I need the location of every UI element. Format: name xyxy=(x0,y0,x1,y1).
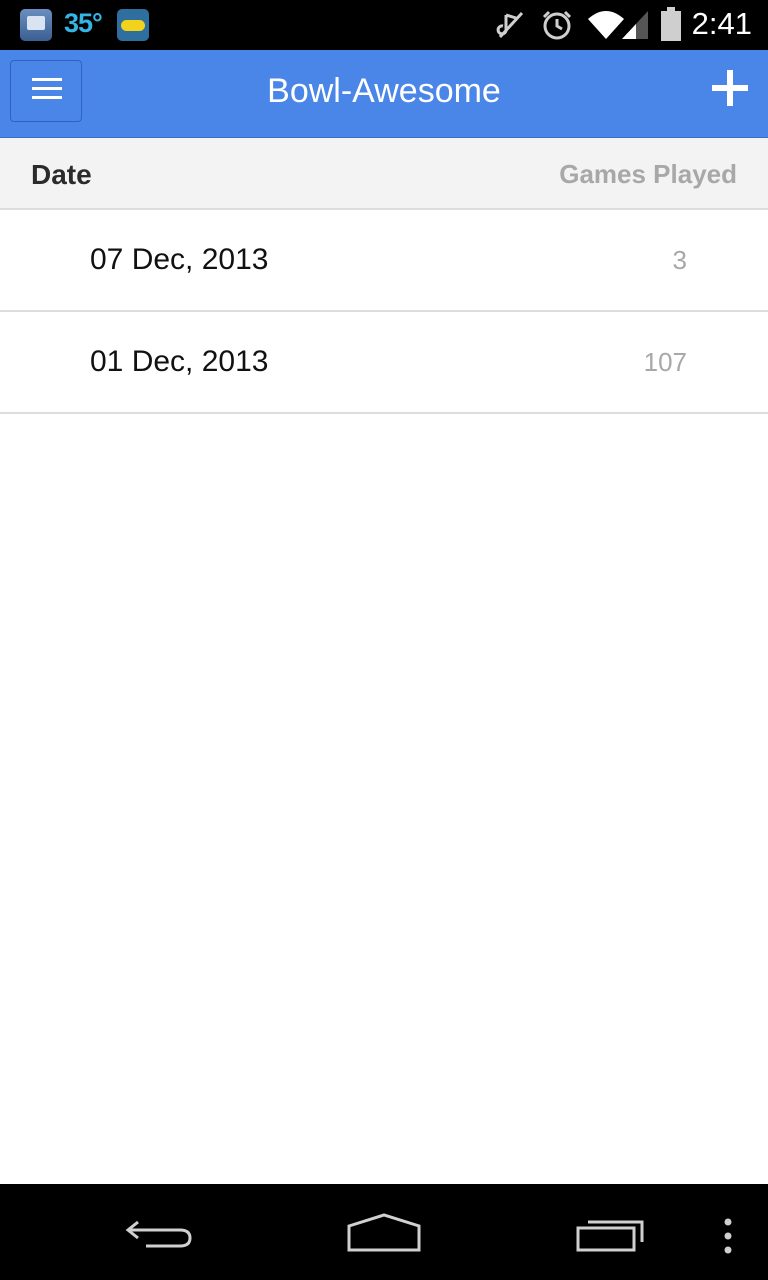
weather-app-icon xyxy=(20,9,52,41)
session-games-count: 3 xyxy=(672,245,687,275)
session-list: 07 Dec, 2013 3 01 Dec, 2013 107 xyxy=(0,210,768,414)
session-date: 01 Dec, 2013 xyxy=(90,345,269,378)
home-icon[interactable] xyxy=(346,1212,422,1259)
session-games-count: 107 xyxy=(643,347,687,377)
add-button[interactable] xyxy=(706,64,754,112)
cell-signal-icon xyxy=(620,9,650,46)
imo-app-icon xyxy=(117,9,149,41)
session-date: 07 Dec, 2013 xyxy=(90,243,269,276)
date-column-header: Date xyxy=(31,159,92,190)
app-title: Bowl-Awesome xyxy=(267,72,501,110)
battery-icon xyxy=(660,7,682,46)
add-icon xyxy=(712,70,748,106)
navigation-bar xyxy=(0,1184,768,1280)
session-row[interactable]: 01 Dec, 2013 107 xyxy=(0,312,768,414)
status-bar: 35° 2:41 xyxy=(0,0,768,50)
alarm-icon xyxy=(540,9,574,46)
screen: 35° 2:41 Bowl-Awesome Date Games Played … xyxy=(0,0,768,1280)
clock: 2:41 xyxy=(691,6,752,41)
overflow-menu-icon[interactable] xyxy=(722,1218,734,1259)
games-played-column-header: Games Played xyxy=(559,159,737,189)
mute-icon xyxy=(494,9,528,46)
back-icon[interactable] xyxy=(124,1214,196,1259)
temperature-readout: 35° xyxy=(64,8,103,38)
list-header: Date Games Played xyxy=(0,138,768,210)
session-row[interactable]: 07 Dec, 2013 3 xyxy=(0,210,768,312)
recents-icon[interactable] xyxy=(574,1214,648,1261)
action-bar: Bowl-Awesome xyxy=(0,50,768,138)
